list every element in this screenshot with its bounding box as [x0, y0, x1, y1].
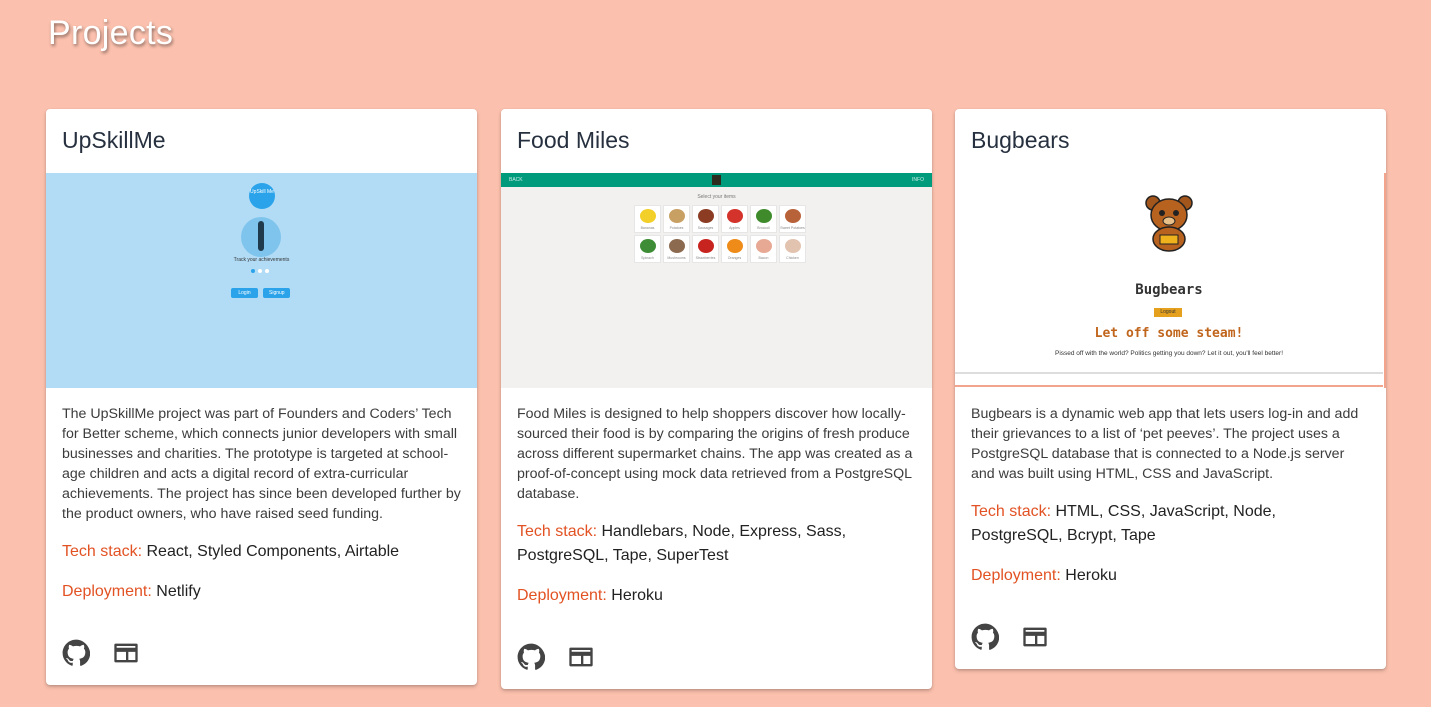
deployment-label: Deployment:	[971, 567, 1061, 584]
tech-stack-value: React, Styled Components, Airtable	[146, 543, 400, 560]
produce-image	[698, 239, 714, 253]
slogan: Let off some steam!	[1094, 326, 1244, 341]
page-title: Projects	[48, 14, 174, 52]
tech-stack-label: Tech stack:	[62, 543, 143, 560]
github-icon[interactable]	[517, 643, 546, 671]
produce-grid: Bananas Potatoes Sausages Apples Broccoli Swe…	[634, 205, 806, 263]
web-app-icon[interactable]	[567, 643, 595, 671]
person-illustration-icon	[258, 221, 264, 251]
produce-tile: Sweet Potatoes	[779, 205, 806, 233]
deployment-label: Deployment:	[62, 583, 152, 600]
produce-label: Mushrooms	[667, 256, 686, 260]
produce-label: Sweet Potatoes	[780, 226, 805, 230]
github-icon[interactable]	[62, 639, 91, 667]
deployment-value: Netlify	[156, 583, 201, 600]
produce-tile: Oranges	[721, 235, 748, 263]
produce-image	[727, 239, 743, 253]
login-button: Login	[231, 288, 258, 298]
back-link: BACK	[509, 177, 523, 183]
deployment-label: Deployment:	[517, 587, 607, 604]
produce-image	[640, 209, 656, 223]
produce-tile: Broccoli	[750, 205, 777, 233]
project-description: Bugbears is a dynamic web app that lets …	[971, 406, 1359, 482]
produce-tile: Strawberries	[692, 235, 719, 263]
project-description: The UpSkillMe project was part of Founde…	[62, 406, 461, 522]
produce-tile: Sausages	[692, 205, 719, 233]
info-link: INFO	[912, 177, 924, 183]
produce-image	[669, 209, 685, 223]
produce-image	[727, 209, 743, 223]
produce-label: Oranges	[727, 256, 742, 260]
produce-tile: Bananas	[634, 205, 661, 233]
subtext: Pissed off with the world? Politics gett…	[1054, 350, 1284, 357]
project-card-food-miles: Food Miles BACK INFO Select your items B…	[501, 109, 932, 689]
github-icon[interactable]	[971, 623, 1000, 651]
tech-stack: Tech stack: React, Styled Components, Ai…	[62, 540, 461, 564]
produce-image	[785, 209, 801, 223]
produce-label: Strawberries	[695, 256, 716, 260]
produce-label: Potatoes	[669, 226, 684, 230]
project-card-upskillme: UpSkillMe UpSkill Me Track your achievem…	[46, 109, 477, 685]
signup-button: Signup	[263, 288, 290, 298]
project-screenshot[interactable]: Bugbears Logout Let off some steam! Piss…	[955, 173, 1386, 388]
bear-mascot-icon	[1145, 195, 1193, 252]
produce-tile: Spinach	[634, 235, 661, 263]
app-title: Bugbears	[1135, 282, 1203, 298]
project-card-bugbears: Bugbears Bugbears Logout Let off some st…	[955, 109, 1386, 669]
tech-stack: Tech stack: HTML, CSS, JavaScript, Node,…	[971, 500, 1370, 548]
project-screenshot[interactable]: BACK INFO Select your items Bananas Potat…	[501, 173, 932, 388]
produce-label: Apples	[729, 226, 740, 230]
produce-label: Chicken	[786, 256, 799, 260]
tech-stack: Tech stack: Handlebars, Node, Express, S…	[517, 520, 916, 568]
deployment-value: Heroku	[611, 587, 663, 604]
deployment: Deployment: Heroku	[971, 564, 1370, 588]
produce-image	[756, 239, 772, 253]
carousel-dots	[251, 269, 269, 273]
produce-label: Bananas	[640, 226, 655, 230]
produce-image	[640, 239, 656, 253]
produce-image	[669, 239, 685, 253]
deployment: Deployment: Netlify	[62, 580, 461, 604]
app-logo-icon	[712, 175, 721, 185]
produce-tile: Mushrooms	[663, 235, 690, 263]
logout-button: Logout	[1154, 308, 1182, 317]
divider	[955, 385, 1383, 387]
project-description: Food Miles is designed to help shoppers …	[517, 406, 913, 502]
produce-tile: Potatoes	[663, 205, 690, 233]
web-app-icon[interactable]	[112, 639, 140, 667]
deployment: Deployment: Heroku	[517, 584, 916, 608]
produce-tile: Bacon	[750, 235, 777, 263]
tech-stack-label: Tech stack:	[971, 503, 1052, 520]
card-title: Food Miles	[517, 127, 630, 153]
produce-tile: Chicken	[779, 235, 806, 263]
produce-tile: Apples	[721, 205, 748, 233]
divider	[955, 372, 1383, 374]
tagline: Track your achievements	[233, 257, 290, 263]
card-title: Bugbears	[971, 127, 1070, 153]
app-topbar: BACK INFO	[501, 173, 932, 187]
project-screenshot[interactable]: UpSkill Me Track your achievements Login…	[46, 173, 477, 388]
tech-stack-label: Tech stack:	[517, 523, 598, 540]
card-title: UpSkillMe	[62, 127, 166, 153]
produce-image	[698, 209, 714, 223]
produce-image	[785, 239, 801, 253]
web-app-icon[interactable]	[1021, 623, 1049, 651]
produce-label: Bacon	[758, 256, 769, 260]
produce-label: Sausages	[697, 226, 714, 230]
produce-image	[756, 209, 772, 223]
produce-label: Broccoli	[757, 226, 770, 230]
deployment-value: Heroku	[1065, 567, 1117, 584]
select-heading: Select your items	[697, 194, 736, 200]
app-logo: UpSkill Me	[249, 183, 275, 209]
produce-label: Spinach	[641, 256, 654, 260]
